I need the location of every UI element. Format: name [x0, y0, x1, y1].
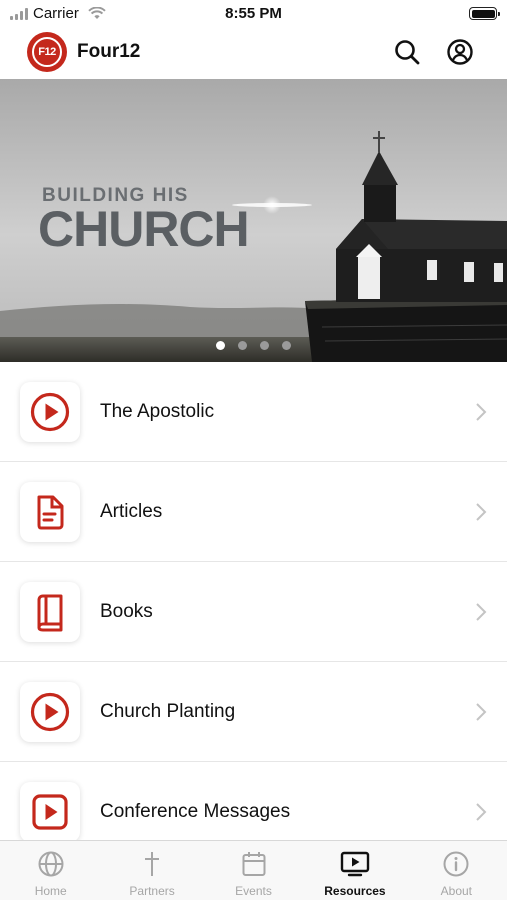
- resource-item-label: Books: [100, 601, 153, 622]
- chevron-right-icon: [476, 503, 487, 521]
- logo-text: F12: [32, 37, 62, 67]
- battery-icon: [469, 7, 500, 20]
- carousel-dot[interactable]: [282, 341, 291, 350]
- status-bar: Carrier 8:55 PM: [0, 0, 507, 28]
- tab-resources[interactable]: Resources: [304, 841, 405, 900]
- tab-bar: Home Partners Events Resources About: [0, 840, 507, 900]
- resource-item-label: Church Planting: [100, 701, 236, 722]
- account-button[interactable]: [445, 37, 475, 67]
- status-time: 8:55 PM: [225, 5, 282, 22]
- app-title: Four12: [77, 41, 141, 62]
- play-circle-icon: [20, 682, 80, 742]
- resource-list: The Apostolic Articles Books Church Plan…: [0, 362, 507, 862]
- carousel-dot[interactable]: [260, 341, 269, 350]
- tab-events[interactable]: Events: [203, 841, 304, 900]
- info-icon: [443, 851, 469, 877]
- banner-title: CHURCH: [38, 201, 250, 257]
- calendar-icon: [242, 852, 266, 876]
- account-icon: [447, 39, 473, 65]
- resource-item-the-apostolic[interactable]: The Apostolic: [0, 362, 507, 462]
- video-icon: [20, 782, 80, 842]
- tab-label: Events: [235, 884, 272, 898]
- carousel-dot[interactable]: [216, 341, 225, 350]
- document-icon: [20, 482, 80, 542]
- resource-item-label: Conference Messages: [100, 801, 291, 822]
- chevron-right-icon: [476, 703, 487, 721]
- search-icon: [395, 40, 420, 65]
- book-icon: [20, 582, 80, 642]
- cross-icon: [145, 852, 160, 876]
- banner-carousel[interactable]: BUILDING HIS CHURCH: [0, 79, 507, 362]
- play-circle-icon: [20, 382, 80, 442]
- resource-item-church-planting[interactable]: Church Planting: [0, 662, 507, 762]
- resource-item-articles[interactable]: Articles: [0, 462, 507, 562]
- tab-about[interactable]: About: [406, 841, 507, 900]
- tab-home[interactable]: Home: [0, 841, 101, 900]
- chevron-right-icon: [476, 403, 487, 421]
- app-screen: Carrier 8:55 PM F12 Four12 BUILDING HIS …: [0, 0, 507, 900]
- tab-partners[interactable]: Partners: [101, 841, 202, 900]
- chevron-right-icon: [476, 603, 487, 621]
- resource-item-books[interactable]: Books: [0, 562, 507, 662]
- tv-icon: [340, 851, 370, 877]
- tab-label: Home: [34, 884, 67, 898]
- resource-item-label: Articles: [100, 501, 163, 522]
- tab-label: Resources: [324, 884, 386, 898]
- resource-item-label: The Apostolic: [100, 401, 215, 422]
- search-button[interactable]: [392, 37, 422, 67]
- app-header: F12 Four12: [0, 28, 507, 79]
- tab-label: About: [440, 884, 472, 898]
- tab-label: Partners: [129, 884, 175, 898]
- globe-icon: [38, 851, 64, 877]
- carousel-dot[interactable]: [238, 341, 247, 350]
- four12-logo[interactable]: F12: [27, 32, 67, 72]
- chevron-right-icon: [476, 803, 487, 821]
- carousel-dots: [216, 341, 291, 350]
